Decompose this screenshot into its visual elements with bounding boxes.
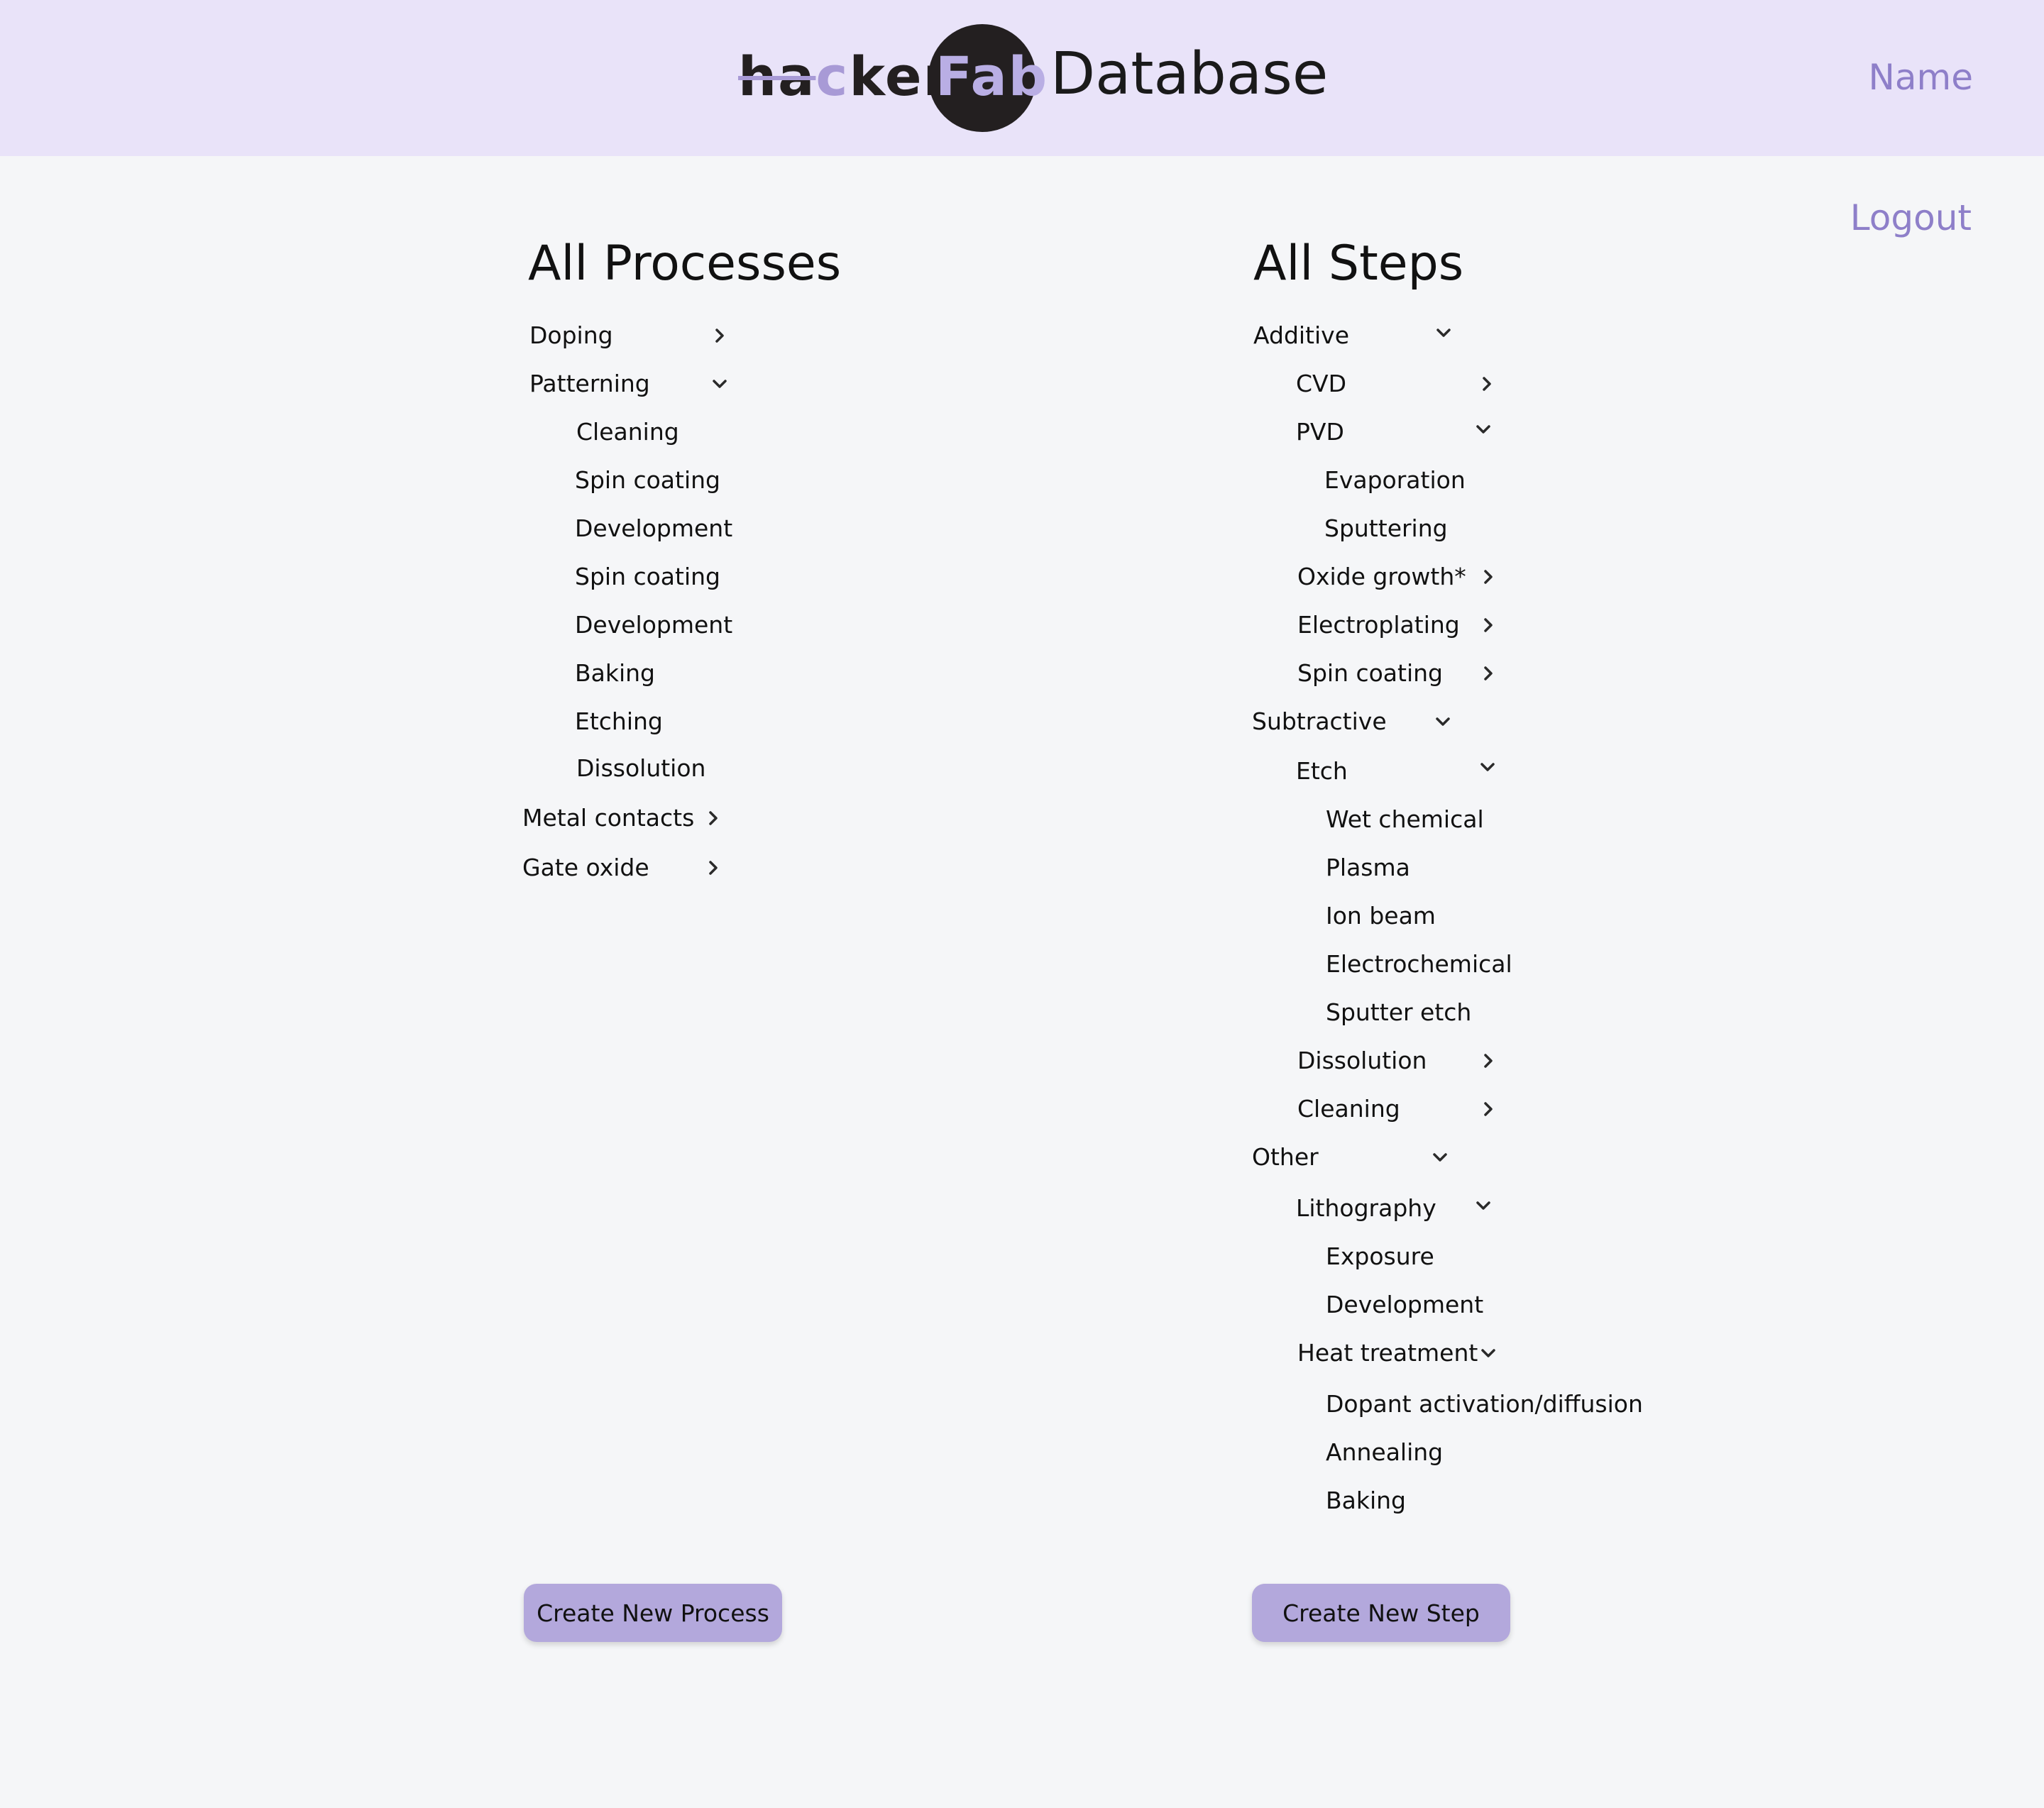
step-item-dissolution[interactable]: Dissolution [1297,1047,1427,1075]
step-subitem[interactable]: Wet chemical [1326,805,1484,834]
process-item-gate-oxide[interactable]: Gate oxide [522,854,649,882]
process-subitem[interactable]: Development [575,514,732,543]
step-subitem[interactable]: Plasma [1326,854,1410,882]
chevron-down-icon[interactable] [1473,419,1494,440]
chevron-down-icon[interactable] [1432,711,1454,732]
all-processes-title: All Processes [528,236,842,292]
step-subitem[interactable]: Development [1326,1291,1483,1319]
chevron-right-icon[interactable] [703,857,724,878]
step-subitem[interactable]: Ion beam [1326,902,1436,930]
step-subitem[interactable]: Sputtering [1324,514,1448,543]
step-category-subtractive[interactable]: Subtractive [1252,707,1387,736]
step-item-cvd[interactable]: CVD [1296,370,1346,398]
process-subitem[interactable]: Etching [575,707,663,736]
step-subitem[interactable]: Baking [1326,1487,1406,1515]
chevron-right-icon[interactable] [709,325,730,346]
step-item-pvd[interactable]: PVD [1296,418,1344,446]
step-category-additive[interactable]: Additive [1253,321,1349,350]
user-name-link[interactable]: Name [1868,57,1973,98]
page-title: Database [1050,40,1329,108]
all-steps-title: All Steps [1253,236,1464,292]
chevron-right-icon[interactable] [1478,663,1499,684]
step-item-lithography[interactable]: Lithography [1296,1194,1436,1223]
chevron-down-icon[interactable] [709,373,730,395]
step-category-other[interactable]: Other [1252,1143,1319,1172]
process-subitem[interactable]: Development [575,611,732,639]
chevron-right-icon[interactable] [1478,566,1499,588]
step-subitem[interactable]: Annealing [1326,1438,1443,1467]
process-subitem[interactable]: Cleaning [576,418,679,446]
process-item-metal-contacts[interactable]: Metal contacts [522,804,694,832]
logo-fab-text: Fab [935,45,1049,108]
step-subitem[interactable]: Dopant activation/diffusion [1326,1390,1643,1418]
step-item-cleaning[interactable]: Cleaning [1297,1095,1400,1123]
chevron-down-icon[interactable] [1477,756,1498,778]
chevron-right-icon[interactable] [1478,1098,1499,1120]
chevron-right-icon[interactable] [1478,1050,1499,1071]
chevron-right-icon[interactable] [703,807,724,829]
step-subitem[interactable]: Evaporation [1324,466,1466,495]
step-item-oxide-growth[interactable]: Oxide growth* [1297,563,1466,591]
logout-link[interactable]: Logout [1850,197,1972,238]
create-new-process-button[interactable]: Create New Process [524,1584,782,1642]
chevron-down-icon[interactable] [1429,1147,1451,1168]
top-header: hacker Fab Database Name [0,0,2044,156]
process-subitem[interactable]: Dissolution [576,754,705,783]
chevron-down-icon[interactable] [1478,1343,1499,1364]
step-item-electroplating[interactable]: Electroplating [1297,611,1460,639]
process-item-doping[interactable]: Doping [529,321,613,350]
step-item-spin-coating[interactable]: Spin coating [1297,659,1443,688]
create-new-step-button[interactable]: Create New Step [1252,1584,1510,1642]
step-item-heat-treatment[interactable]: Heat treatment [1297,1339,1478,1367]
step-subitem[interactable]: Sputter etch [1326,998,1471,1027]
chevron-down-icon[interactable] [1473,1195,1494,1216]
process-subitem[interactable]: Baking [575,659,655,688]
logo-hacker-text: hacker [738,45,951,108]
process-subitem[interactable]: Spin coating [575,563,720,591]
step-subitem[interactable]: Exposure [1326,1242,1434,1271]
process-item-patterning[interactable]: Patterning [529,370,650,398]
process-subitem[interactable]: Spin coating [575,466,720,495]
chevron-down-icon[interactable] [1433,322,1454,343]
chevron-right-icon[interactable] [1478,614,1499,636]
hackerfab-logo[interactable]: hacker Fab Database [738,24,1328,132]
chevron-right-icon[interactable] [1476,373,1498,395]
step-subitem[interactable]: Electrochemical [1326,950,1512,979]
step-item-etch[interactable]: Etch [1296,757,1348,786]
